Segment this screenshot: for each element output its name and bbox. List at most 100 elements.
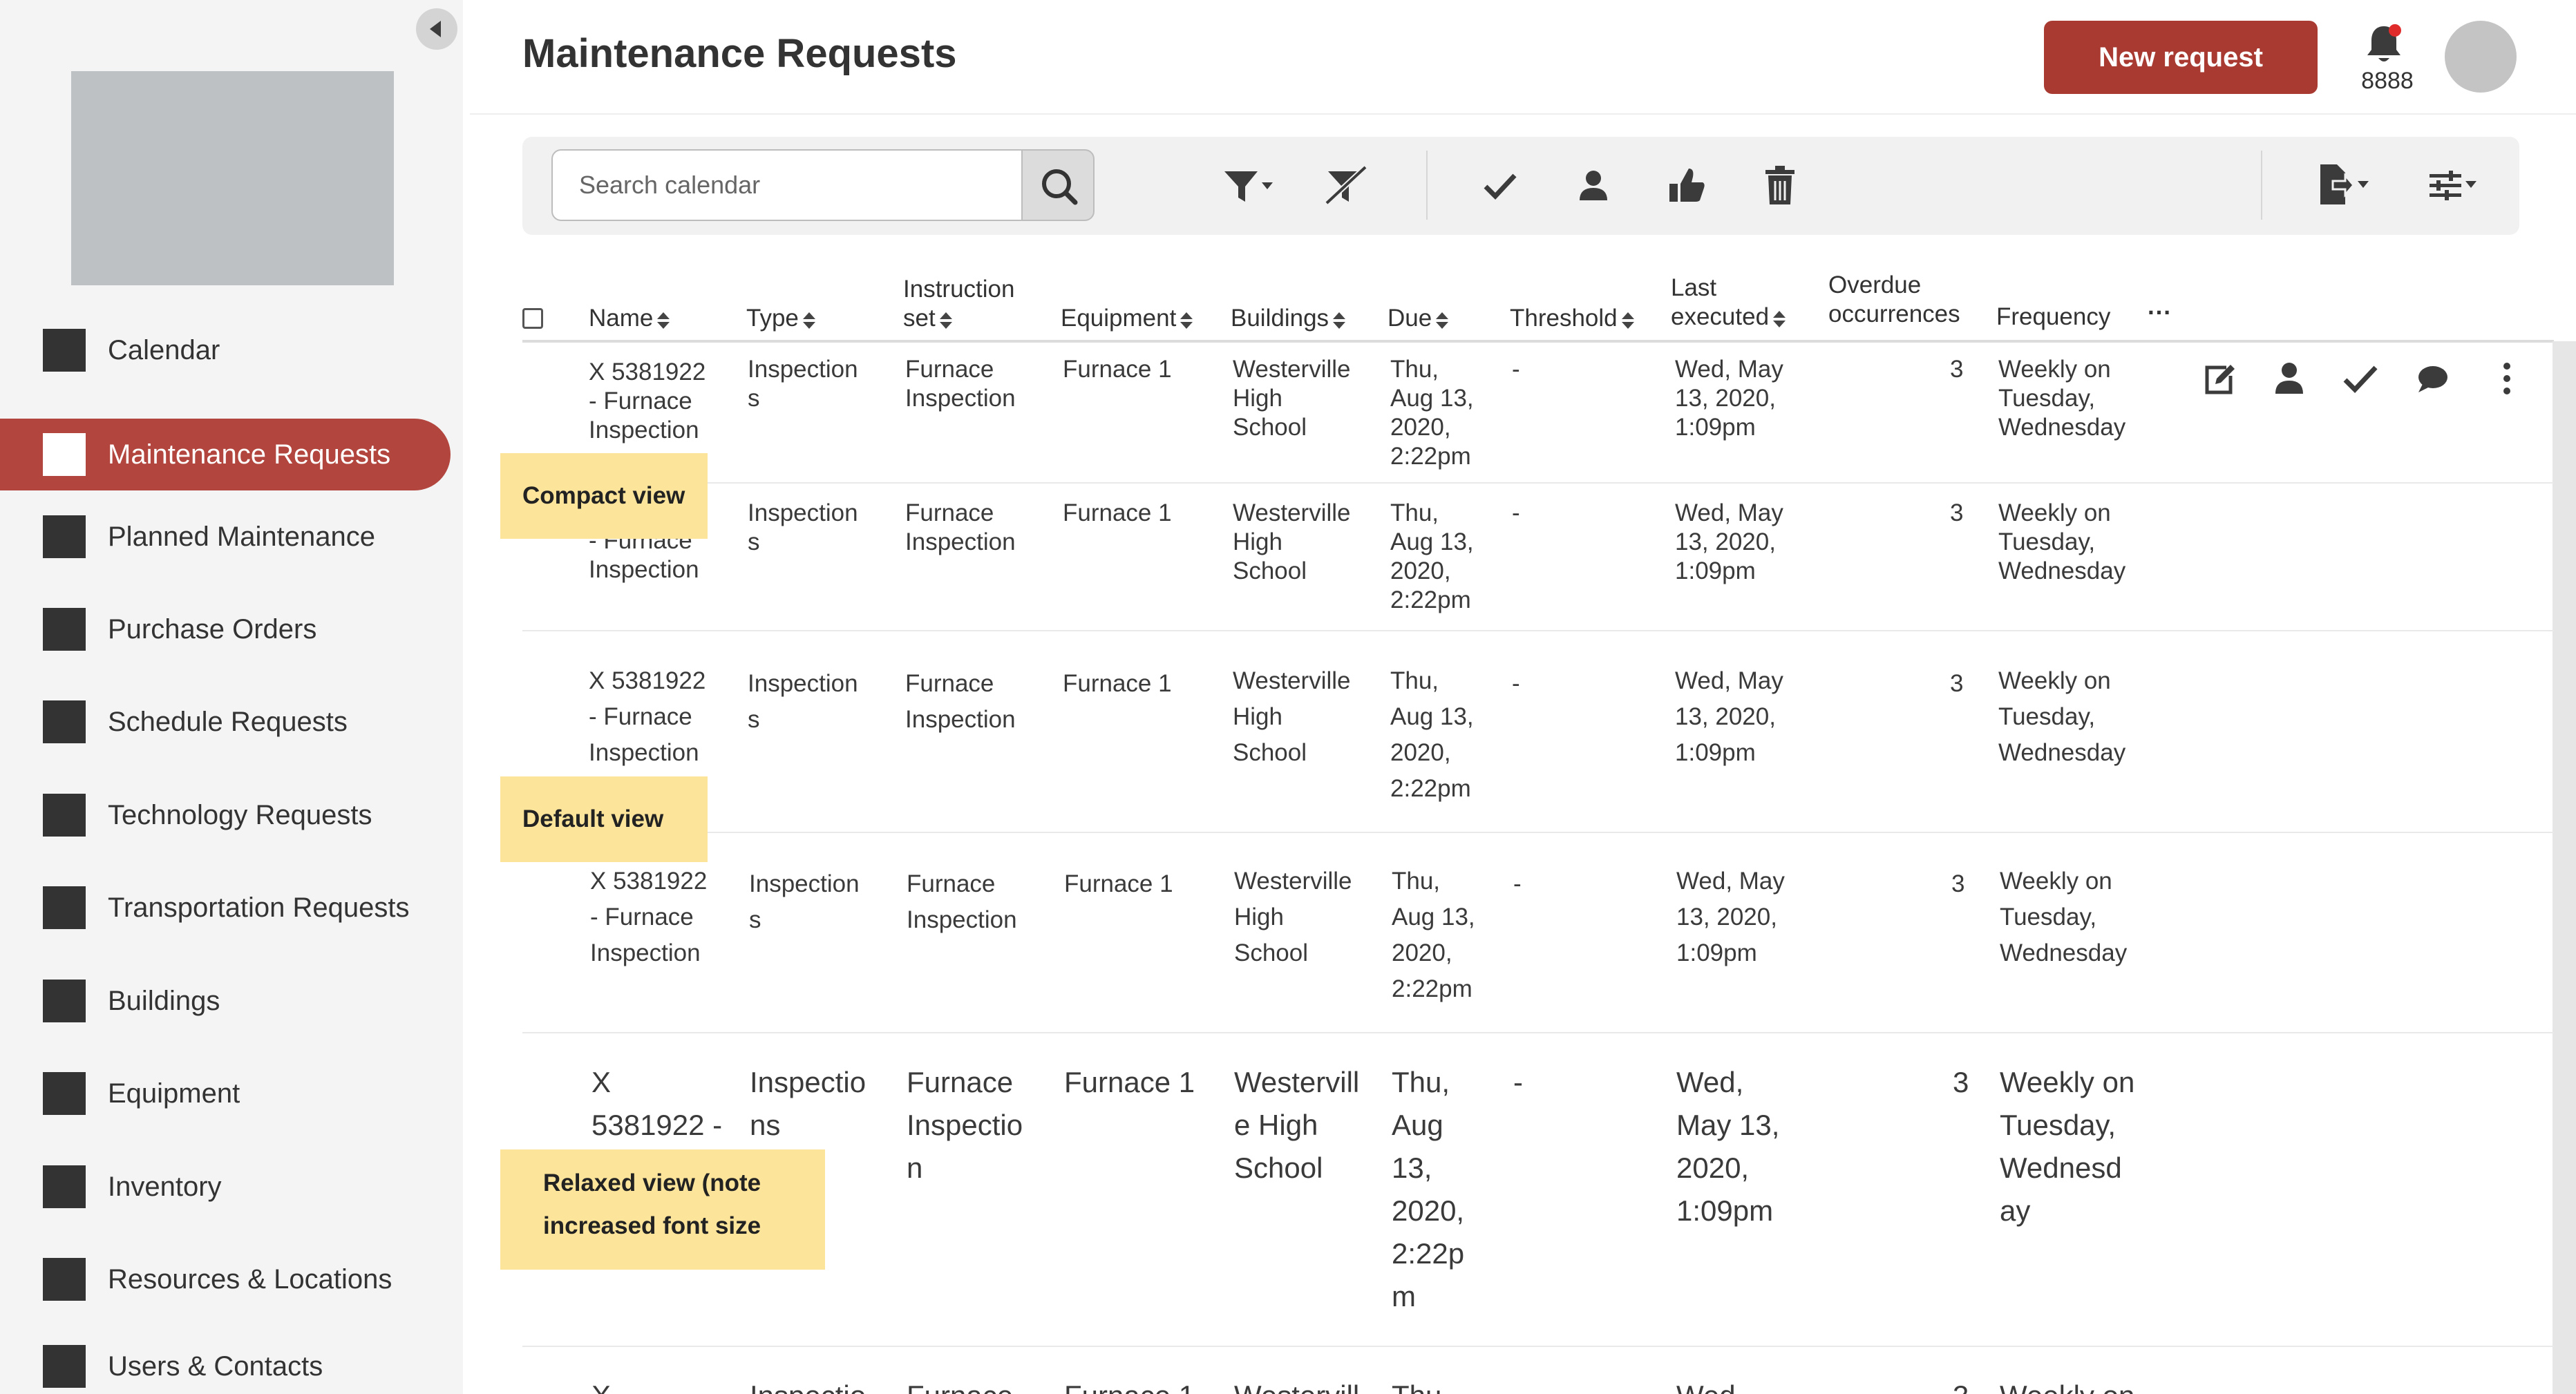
- column-header-name[interactable]: Name: [589, 304, 670, 333]
- column-header-instruction-set[interactable]: Instruction set: [903, 275, 1014, 333]
- column-header-overdue-occurrences[interactable]: Overdue occurrences: [1828, 271, 1960, 329]
- export-dropdown-button[interactable]: [2312, 162, 2374, 210]
- comment-button[interactable]: [2412, 358, 2453, 399]
- cell-overdue: 3: [1951, 870, 1965, 897]
- sidebar-item-buildings[interactable]: Buildings: [0, 965, 451, 1037]
- assign-user-button[interactable]: [1562, 162, 1625, 210]
- cell-name: X 5381922 - Furnace Inspection: [590, 868, 708, 966]
- column-header-equipment[interactable]: Equipment: [1061, 304, 1193, 333]
- filter-dropdown-button[interactable]: [1220, 162, 1282, 210]
- sidebar-item-maintenance-requests[interactable]: Maintenance Requests: [0, 419, 451, 490]
- transportation-requests-icon: [43, 886, 86, 929]
- assign-user-button[interactable]: [2269, 358, 2310, 399]
- cell-frequency: Weekly on Tuesday, Wednesd ay: [2000, 1066, 2135, 1227]
- search-button[interactable]: [1021, 149, 1095, 221]
- column-header-label: Due: [1388, 305, 1432, 332]
- sort-icon: [1180, 312, 1193, 329]
- column-header-threshold[interactable]: Threshold: [1510, 304, 1634, 333]
- callout-compact-view: Compact view: [500, 453, 708, 539]
- buildings-icon: [43, 980, 86, 1022]
- sidebar-item-calendar[interactable]: Calendar: [0, 314, 451, 386]
- cell-due: Thu, Aug 13, 2020, 2:22p m: [1392, 1066, 1465, 1312]
- filter-dropdown-icon: [1224, 171, 1273, 202]
- column-header-label: Instruction set: [903, 276, 1015, 332]
- row-divider: [522, 832, 2554, 833]
- more-columns-button[interactable]: ···: [2148, 298, 2172, 327]
- inventory-icon: [43, 1165, 86, 1208]
- cell-equipment: Furnace 1: [1063, 356, 1172, 383]
- cell-threshold: -: [1512, 670, 1520, 697]
- column-header-type[interactable]: Type: [746, 304, 815, 333]
- select-all-checkbox[interactable]: [522, 308, 543, 329]
- sidebar-item-planned-maintenance[interactable]: Planned Maintenance: [0, 501, 451, 573]
- more-vertical-icon: [2503, 363, 2510, 394]
- complete-button[interactable]: [1469, 162, 1531, 210]
- sidebar-item-equipment[interactable]: Equipment: [0, 1058, 451, 1129]
- cell-due: Thu, Aug 13, 2020, 2:22pm: [1390, 499, 1474, 613]
- purchase-orders-icon: [43, 608, 86, 651]
- vertical-scrollbar[interactable]: [2553, 341, 2576, 1394]
- delete-button[interactable]: [1749, 162, 1811, 210]
- column-header-label: Overdue occurrences: [1828, 271, 1960, 327]
- search-input[interactable]: [551, 149, 1023, 221]
- column-header-label: Last executed: [1671, 274, 1770, 330]
- cell-equipment: Furnace 1: [1063, 670, 1172, 697]
- sidebar-item-transportation-requests[interactable]: Transportation Requests: [0, 872, 451, 944]
- sidebar-item-label: Schedule Requests: [108, 706, 348, 737]
- approve-button[interactable]: [1656, 162, 1718, 210]
- cell-type: Inspection s: [748, 499, 858, 555]
- page-title: Maintenance Requests: [522, 31, 957, 76]
- sidebar-item-label: Inventory: [108, 1171, 222, 1202]
- column-header-label: Name: [589, 305, 654, 332]
- edit-button[interactable]: [2199, 358, 2240, 399]
- sidebar-item-inventory[interactable]: Inventory: [0, 1151, 451, 1223]
- cell-last-executed: Wed, May 13, 2020, 1:09pm: [1675, 499, 1783, 584]
- column-header-buildings[interactable]: Buildings: [1231, 304, 1346, 333]
- sidebar-item-label: Technology Requests: [108, 799, 372, 830]
- cell-overdue: 3: [1953, 1375, 1980, 1394]
- row-more-button[interactable]: [2486, 358, 2528, 399]
- sidebar-item-users-contacts[interactable]: Users & Contacts: [0, 1335, 451, 1394]
- cell-equipment: Furnace 1: [1064, 1375, 1223, 1394]
- column-header-frequency[interactable]: Frequency: [1996, 303, 2110, 332]
- cell-equipment: Furnace 1: [1064, 870, 1173, 897]
- column-header-last-executed[interactable]: Last executed: [1671, 274, 1786, 332]
- sort-icon: [802, 312, 815, 329]
- clear-filter-button[interactable]: [1317, 162, 1379, 210]
- sidebar-item-resources-locations[interactable]: Resources & Locations: [0, 1243, 451, 1315]
- cell-last-executed: Wed, May 13, 2020, 1:09pm: [1676, 1066, 1780, 1227]
- cell-due: Thu, Aug 13, 2020, 2:22pm: [1392, 868, 1475, 1002]
- sidebar-item-schedule-requests[interactable]: Schedule Requests: [0, 686, 451, 758]
- cell-due: Thu,: [1392, 1375, 1502, 1394]
- complete-button[interactable]: [2340, 358, 2381, 399]
- notification-count: 8888: [2361, 68, 2414, 94]
- cell-instruction-set: Furnace Inspection: [907, 870, 1017, 933]
- sidebar-item-label: Planned Maintenance: [108, 521, 375, 552]
- sidebar-item-purchase-orders[interactable]: Purchase Orders: [0, 593, 451, 665]
- cell-type: Inspectio: [750, 1375, 902, 1394]
- cell-due: Thu, Aug 13, 2020, 2:22pm: [1390, 667, 1474, 802]
- collapse-sidebar-button[interactable]: [416, 8, 457, 50]
- column-header-label: Threshold: [1510, 305, 1618, 332]
- calendar-icon: [43, 329, 86, 372]
- cell-instruction-set: Furnace Inspection: [905, 499, 1016, 555]
- cell-name: X 5381922 - Furnace Inspection: [589, 359, 706, 443]
- avatar[interactable]: [2445, 21, 2517, 93]
- cell-threshold: -: [1513, 1066, 1523, 1098]
- column-header-label: Buildings: [1231, 305, 1329, 332]
- cell-overdue: 3: [1950, 670, 1964, 697]
- new-request-button[interactable]: New request: [2044, 21, 2318, 94]
- edit-icon: [2205, 365, 2235, 394]
- column-settings-dropdown-button[interactable]: [2423, 162, 2485, 210]
- column-header-due[interactable]: Due: [1388, 304, 1449, 333]
- cell-frequency: Weekly on: [2000, 1375, 2166, 1394]
- sidebar-item-technology-requests[interactable]: Technology Requests: [0, 779, 451, 851]
- bell-icon[interactable]: [2365, 23, 2403, 65]
- cell-instruction-set: Furnace Inspectio n: [907, 1066, 1023, 1184]
- cell-instruction-set: Furnace: [907, 1375, 1059, 1394]
- table-header-divider: [522, 340, 2554, 343]
- cell-type: Inspectio ns: [750, 1066, 866, 1141]
- planned-maintenance-icon: [43, 515, 86, 558]
- toolbar-divider: [1426, 151, 1428, 220]
- cell-threshold: -: [1513, 870, 1522, 897]
